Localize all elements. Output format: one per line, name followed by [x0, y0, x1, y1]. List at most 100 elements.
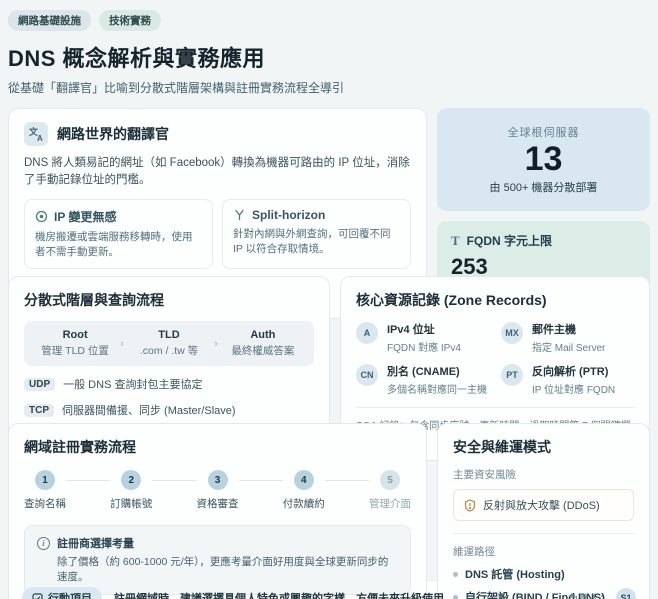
step-connector: [325, 480, 369, 481]
record-a: A IPv4 位址 FQDN 對應 IPv4: [356, 321, 489, 354]
level-desc: 最終權威答案: [218, 343, 308, 358]
record-desc: 指定 Mail Server: [532, 339, 605, 354]
owner-avatar: S1: [616, 588, 636, 599]
step-connector: [66, 480, 110, 481]
feature-split-horizon: Split-horizon 針對內網與外網查詢，可回覆不同 IP 以符合存取情境…: [222, 199, 411, 269]
record-name: 別名 (CNAME): [387, 363, 487, 379]
translator-card-title: 網路世界的翻譯官: [57, 124, 169, 144]
header-tags: 網路基礎設施 技術實務: [8, 10, 650, 31]
records-card-title: 核心資源記錄 (Zone Records): [356, 290, 634, 310]
note-title: 註冊商選擇考量: [57, 535, 134, 551]
step-4: 4 付款續約: [283, 470, 325, 511]
record-name: 郵件主機: [532, 321, 605, 337]
proto-text: 伺服器間備援、同步 (Master/Slave): [62, 402, 236, 418]
step-number: 1: [35, 470, 55, 490]
udp-badge: UDP: [24, 378, 55, 391]
registrar-note: i 註冊商選擇考量 除了價格（約 600-1000 元/年），更應考量介面好用度…: [24, 525, 411, 595]
tcp-badge: TCP: [24, 404, 54, 417]
step-label: 資格審查: [197, 496, 239, 511]
tag-tech-practice: 技術實務: [99, 10, 161, 31]
ops-text: DNS 託管 (Hosting): [465, 566, 565, 582]
step-connector: [239, 480, 283, 481]
info-icon: i: [37, 537, 50, 550]
record-badge: CN: [356, 364, 378, 386]
protocol-udp: UDP 一般 DNS 查詢封包主要協定: [24, 376, 314, 392]
level-tld: TLD .com / .tw 等: [124, 329, 214, 358]
step-number: 2: [121, 470, 141, 490]
registration-steps: 1 查詢名稱 2 訂購帳號 3 資格審查 4 付款續約 5 管理介面: [24, 470, 411, 511]
step-number: 5: [380, 470, 400, 490]
record-desc: IP 位址對應 FQDN: [532, 381, 615, 396]
record-ptr: PT 反向解析 (PTR) IP 位址對應 FQDN: [501, 363, 634, 396]
hierarchy-card-title: 分散式階層與查詢流程: [24, 290, 314, 310]
stat-label: 全球根伺服器: [508, 124, 580, 140]
security-card: 安全與維運模式 主要資安風險 反射與放大攻擊 (DDoS) 維運路徑 DNS 託…: [437, 423, 650, 599]
level-auth: Auth 最終權威答案: [218, 329, 308, 358]
record-badge: A: [356, 322, 378, 344]
split-branch-icon: [233, 208, 246, 221]
divider: [453, 533, 634, 534]
step-2: 2 訂購帳號: [110, 470, 152, 511]
record-badge: MX: [501, 322, 523, 344]
step-label: 管理介面: [369, 496, 411, 511]
level-root: Root 管理 TLD 位置: [30, 329, 120, 358]
checkbox-check-icon: [32, 593, 43, 599]
proto-text: 一般 DNS 查詢封包主要協定: [63, 376, 202, 392]
owner-label: 負責人：: [568, 591, 610, 599]
svg-text:A: A: [37, 134, 43, 142]
record-cname: CN 別名 (CNAME) 多個名稱對應同一主機: [356, 363, 489, 396]
step-number: 4: [294, 470, 314, 490]
stat-value: 13: [525, 140, 563, 179]
level-name: Root: [30, 329, 120, 341]
action-item-badge: 行動項目: [22, 587, 102, 599]
stat-title: FQDN 字元上限: [467, 232, 552, 249]
step-connector: [152, 480, 196, 481]
refresh-target-icon: [35, 210, 48, 223]
risk-label: 主要資安風險: [453, 467, 634, 482]
translate-icon: 文 A: [24, 122, 48, 146]
feature-text: 針對內網與外網查詢，可回覆不同 IP 以符合存取情境。: [233, 227, 400, 257]
registration-card-title: 網域註冊實務流程: [24, 437, 411, 457]
record-name: IPv4 位址: [387, 321, 461, 337]
security-card-title: 安全與維運模式: [453, 437, 634, 457]
feature-title: IP 變更無感: [54, 208, 116, 225]
note-text: 除了價格（約 600-1000 元/年），更應考量介面好用度與全球更新同步的速度…: [57, 555, 398, 585]
protocol-tcp: TCP 伺服器間備援、同步 (Master/Slave): [24, 402, 314, 418]
root-servers-stat-card: 全球根伺服器 13 由 500+ 機器分散部署: [437, 108, 650, 211]
action-item-text: 註冊網域時，建議選擇具個人特色或興趣的字樣，方便未來升級使用: [114, 590, 556, 599]
record-badge: PT: [501, 364, 523, 386]
feature-ip-change: IP 變更無感 機房搬遷或雲端服務移轉時，使用者不需手動更新。: [24, 199, 213, 269]
step-label: 訂購帳號: [110, 496, 152, 511]
shield-alert-icon: [464, 499, 476, 512]
record-mx: MX 郵件主機 指定 Mail Server: [501, 321, 634, 354]
record-desc: FQDN 對應 IPv4: [387, 339, 461, 354]
step-1: 1 查詢名稱: [24, 470, 66, 511]
level-desc: .com / .tw 等: [124, 343, 214, 358]
tag-network-infra: 網路基礎設施: [8, 10, 91, 31]
feature-title: Split-horizon: [252, 208, 325, 222]
step-3: 3 資格審查: [197, 470, 239, 511]
text-t-icon: T: [451, 233, 460, 249]
level-name: TLD: [124, 329, 214, 341]
ops-item-hosting: DNS 託管 (Hosting): [453, 566, 634, 582]
action-badge-label: 行動項目: [48, 590, 92, 599]
record-desc: 多個名稱對應同一主機: [387, 381, 487, 396]
ops-label: 維運路徑: [453, 544, 634, 559]
page-title: DNS 概念解析與實務應用: [8, 41, 650, 73]
registration-card: 網域註冊實務流程 1 查詢名稱 2 訂購帳號 3 資格審查 4 付款續約: [8, 423, 427, 599]
stat-caption: 由 500+ 機器分散部署: [490, 179, 598, 195]
step-label: 付款續約: [283, 496, 325, 511]
bullet-dot: [453, 572, 458, 577]
step-label: 查詢名稱: [24, 496, 66, 511]
level-desc: 管理 TLD 位置: [30, 343, 120, 358]
level-name: Auth: [218, 329, 308, 341]
risk-item: 反射與放大攻擊 (DDoS): [453, 489, 634, 521]
step-5: 5 管理介面: [369, 470, 411, 511]
risk-text: 反射與放大攻擊 (DDoS): [483, 497, 600, 513]
feature-text: 機房搬遷或雲端服務移轉時，使用者不需手動更新。: [35, 230, 202, 260]
hierarchy-strip: Root 管理 TLD 位置 › TLD .com / .tw 等 › Auth…: [24, 321, 314, 366]
record-name: 反向解析 (PTR): [532, 363, 615, 379]
page-subtitle: 從基礎「翻譯官」比喻到分散式階層架構與註冊實務流程全導引: [8, 79, 650, 96]
translator-description: DNS 將人類易記的網址（如 Facebook）轉換為機器可路由的 IP 位址，…: [24, 155, 411, 190]
step-number: 3: [208, 470, 228, 490]
